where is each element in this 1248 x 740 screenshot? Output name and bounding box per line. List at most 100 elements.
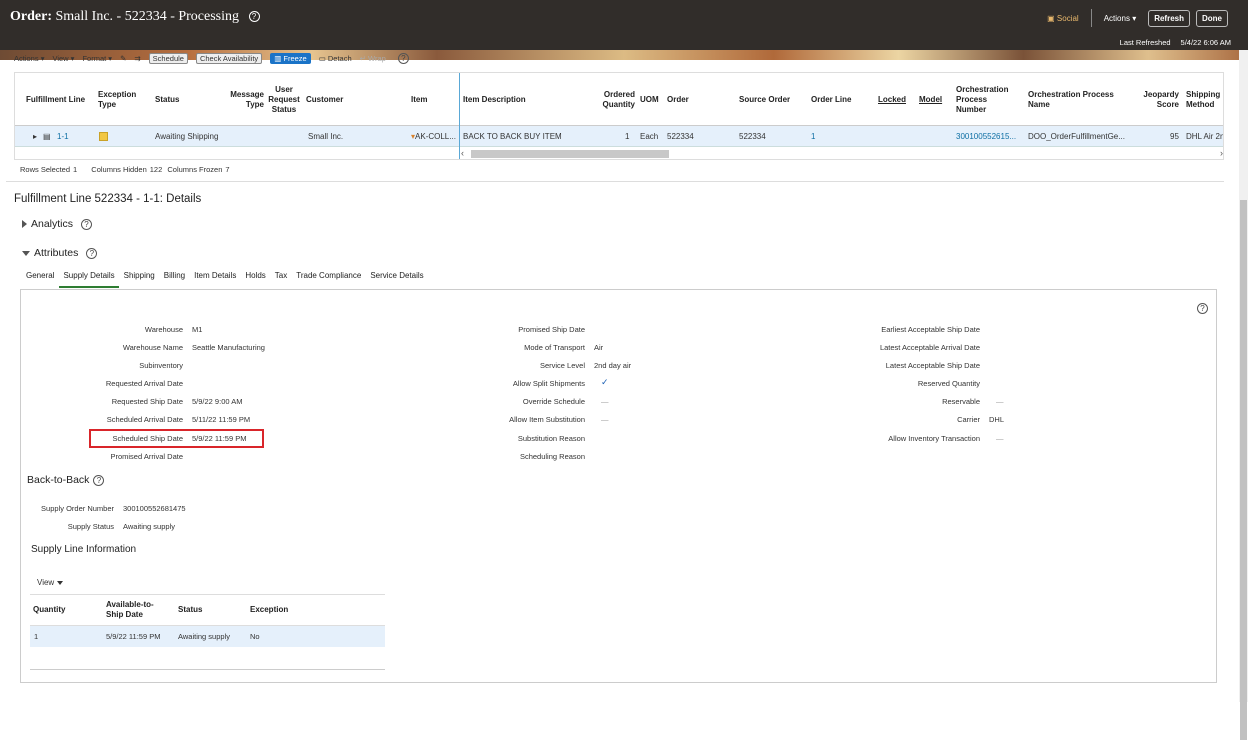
detach-button[interactable]: ▭ Detach [319,54,352,63]
check-availability-button[interactable]: Check Availability [195,52,263,64]
order-title: Small Inc. - 522334 - Processing [55,9,240,24]
scheduling-reason-label: Scheduling Reason [519,452,585,461]
col-exception-type-label: Exception Type [98,89,137,109]
col-jeopardy-score[interactable]: Jeopardy Score [1137,73,1179,126]
col-status-label: Status [155,94,180,104]
col-status[interactable]: Status [178,605,202,615]
col-item[interactable]: Item [411,73,451,126]
tab-item-details[interactable]: Item Details [194,271,236,288]
expand-icon[interactable]: ▸ [33,126,37,147]
highlight-box [89,429,264,448]
fulfillment-line-link[interactable]: 1-1 [57,126,69,147]
col-quantity[interactable]: Quantity [33,605,65,615]
actions-menu[interactable]: Actions ▾ [1104,14,1136,23]
toolbar-view-label: View [52,53,69,63]
col-orchestration-process-name[interactable]: Orchestration Process Name [1028,73,1133,126]
col-orchestration-process-number[interactable]: Orchestration Process Number [956,73,1018,126]
table-row[interactable]: 1 5/9/22 11:59 PM Awaiting supply No [30,626,385,647]
last-refreshed-label: Last Refreshed [1119,38,1171,47]
expand-icon [22,220,27,228]
help-icon[interactable]: ? [93,474,105,486]
override-schedule-label: Override Schedule [522,397,585,406]
help-icon[interactable]: ? [86,247,98,259]
help-icon[interactable]: ? [81,218,93,230]
tab-billing[interactable]: Billing [164,271,185,288]
tab-holds[interactable]: Holds [245,271,265,288]
scheduled-arrival-date-label: Scheduled Arrival Date [106,415,183,424]
col-order-line[interactable]: Order Line [811,73,861,126]
supply-order-number-link[interactable]: 300100552681475 [123,504,186,513]
tab-shipping[interactable]: Shipping [124,271,155,288]
page-title: Order: Small Inc. - 522334 - Processing … [10,9,260,25]
line-menu-icon[interactable]: ▤ [43,126,51,147]
edit-icon[interactable]: ✎ [120,54,126,63]
allow-item-substitution-label: Allow Item Substitution [509,415,585,424]
wrap-button[interactable]: ↵ Wrap [360,54,386,63]
schedule-button[interactable]: Schedule [148,52,188,64]
split-icon[interactable]: ⇉ [134,54,140,63]
scheduled-arrival-date-value: 5/11/22 11:59 PM [192,415,251,424]
order-line-link[interactable]: 1 [811,126,815,147]
freeze-button[interactable]: ▥ Freeze [270,52,311,64]
col-exception-type[interactable]: Exception Type [98,73,148,126]
done-button[interactable]: Done [1196,9,1228,27]
frozen-column-divider [459,73,460,159]
col-shipping-method[interactable]: Shipping Method [1186,73,1223,126]
col-exception[interactable]: Exception [250,605,288,615]
columns-hidden-value: 122 [149,165,163,174]
allow-inventory-transaction-value: — [996,434,1004,443]
col-available-to-ship-date[interactable]: Available-to-Ship Date [106,600,166,620]
refresh-button[interactable]: Refresh [1148,9,1190,27]
actions-menu[interactable]: Actions ▾ [14,54,44,63]
attributes-section-toggle[interactable]: Attributes ? [22,247,98,259]
col-ordered-quantity[interactable]: Ordered Quantity [593,73,635,126]
tab-trade-compliance[interactable]: Trade Compliance [296,271,361,288]
subinventory-label: Subinventory [139,361,183,370]
col-orchestration-process-name-label: Orchestration Process Name [1028,89,1114,109]
col-status[interactable]: Status [155,73,215,126]
format-menu[interactable]: Format ▾ [82,54,112,63]
help-icon[interactable]: ? [397,52,409,64]
col-source-order[interactable]: Source Order [739,73,799,126]
col-uom[interactable]: UOM [640,73,662,126]
col-item-description[interactable]: Item Description [463,73,563,126]
scroll-thumb[interactable] [1240,200,1247,740]
col-customer[interactable]: Customer [306,73,366,126]
col-message-type[interactable]: Message Type [223,73,264,126]
tab-general[interactable]: General [26,271,54,288]
col-locked[interactable]: Locked [878,73,908,126]
analytics-label: Analytics [31,218,74,230]
col-model[interactable]: Model [919,73,949,126]
col-user-request-status[interactable]: User Request Status [265,73,303,126]
scroll-thumb[interactable] [471,150,669,158]
tab-tax[interactable]: Tax [275,271,287,288]
view-menu[interactable]: View ▾ [52,54,74,63]
col-user-request-status-label: User Request Status [268,84,300,114]
tab-supply-details[interactable]: Supply Details [59,271,119,288]
back-to-back-label: Back-to-Back [27,474,90,486]
col-fulfillment-line[interactable]: Fulfillment Line [26,73,96,126]
col-jeopardy-score-label: Jeopardy Score [1143,89,1179,109]
social-link[interactable]: ▣ Social [1047,14,1079,23]
help-icon[interactable]: ? [248,11,260,23]
col-order[interactable]: Order [667,73,707,126]
customer-value: Small Inc. [308,132,344,141]
checkmark-icon: ✓ [601,377,609,387]
scroll-left-icon[interactable]: ‹ [461,148,464,158]
analytics-section-toggle[interactable]: Analytics ? [22,218,93,230]
last-refreshed-value: 5/4/22 6:06 AM [1180,38,1231,47]
page-header: Order: Small Inc. - 522334 - Processing … [0,0,1248,50]
help-icon[interactable]: ? [1197,303,1208,314]
orchestration-process-number-link[interactable]: 300100552615... [956,126,1016,147]
view-menu[interactable]: View [37,578,64,587]
vertical-scrollbar[interactable] [1239,50,1248,740]
toolbar-actions-label: Actions [14,53,39,63]
tab-service-details[interactable]: Service Details [370,271,423,288]
scroll-right-icon[interactable]: › [1220,148,1223,158]
substitution-reason-label: Substitution Reason [517,434,585,443]
horizontal-scrollbar[interactable]: ‹ › [461,148,1223,159]
latest-acceptable-ship-date-label: Latest Acceptable Ship Date [885,361,980,370]
earliest-acceptable-ship-date-label: Earliest Acceptable Ship Date [881,325,980,334]
table-row[interactable]: ▸ ▤ 1-1 Awaiting Shipping Small Inc. ▾AK… [15,126,1223,147]
col-ordered-quantity-label: Ordered Quantity [602,89,635,109]
